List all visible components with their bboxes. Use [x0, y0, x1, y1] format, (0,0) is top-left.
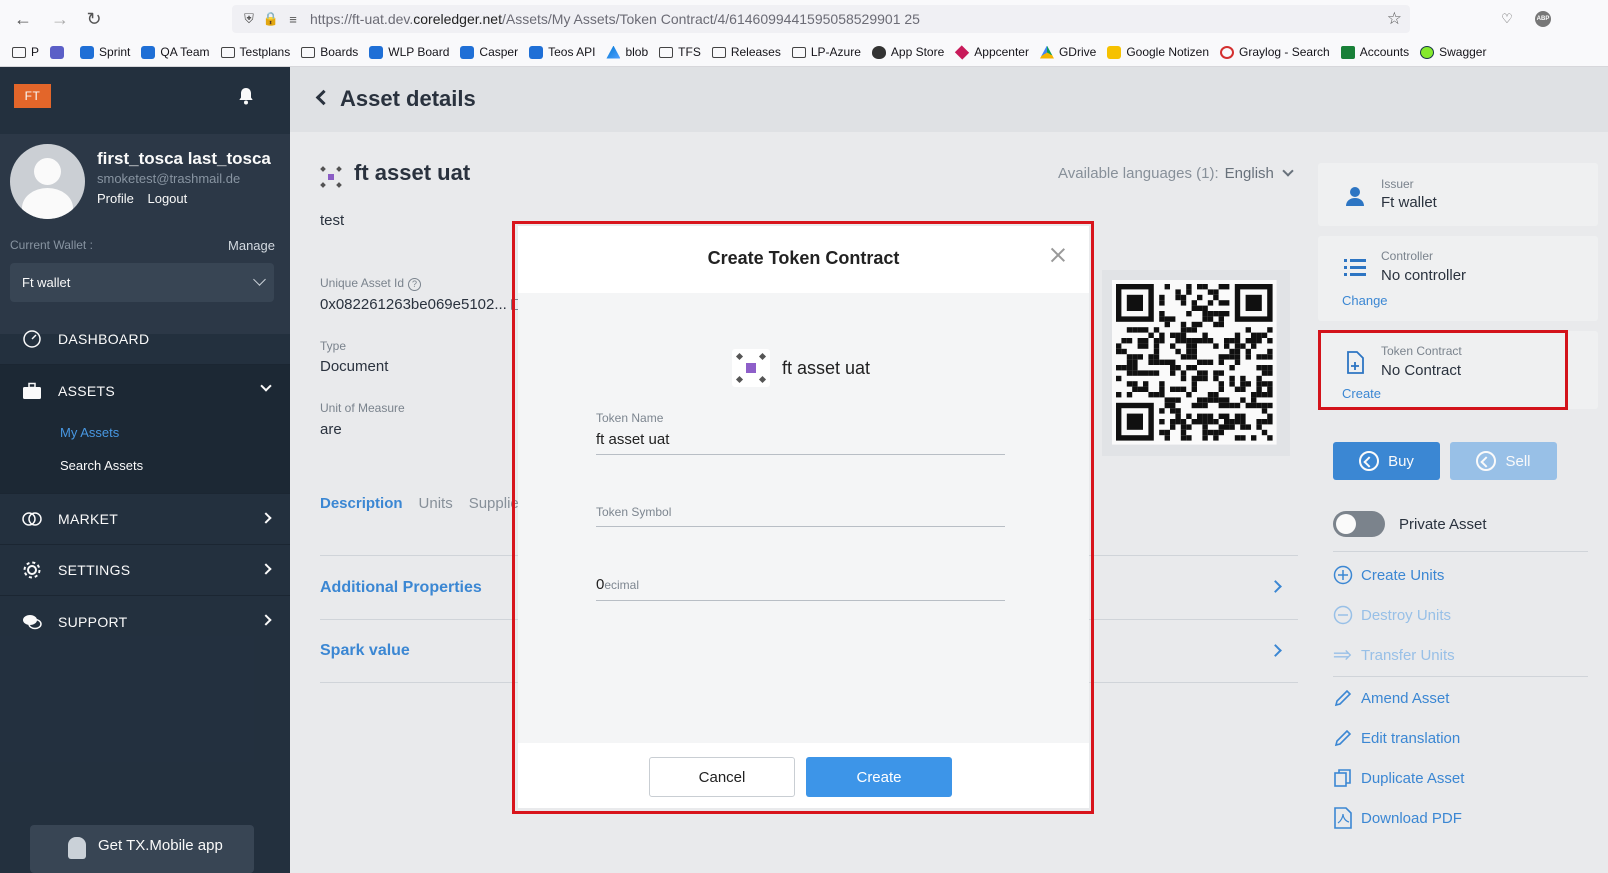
token-name-input[interactable]: ft asset uat: [596, 431, 1005, 451]
teams-icon: [50, 45, 65, 59]
bookmark-qa-team[interactable]: QA Team: [141, 45, 210, 59]
back-arrow-icon[interactable]: ←: [8, 4, 38, 34]
sheets-icon: [1340, 45, 1355, 59]
bookmark-appcenter[interactable]: Appcenter: [955, 44, 1029, 60]
bookmark-teams[interactable]: [50, 45, 69, 59]
token-symbol-placeholder: Token Symbol: [596, 505, 672, 519]
url-text: https://ft-uat.dev.coreledger.net/Assets…: [310, 11, 920, 27]
browser-toolbar: ← → ↻ ⛨ 🔒 ≡ https://ft-uat.dev.coreledge…: [0, 0, 1608, 38]
bookmark-gdrive[interactable]: GDrive: [1039, 45, 1096, 59]
bookmark-sprint[interactable]: Sprint: [80, 45, 130, 59]
folder-icon: [301, 46, 316, 58]
bookmark-blob[interactable]: blob: [606, 45, 648, 59]
bookmark-graylog[interactable]: Graylog - Search: [1220, 45, 1330, 59]
adblock-icon[interactable]: ABP: [1530, 7, 1556, 31]
jira-icon: [369, 45, 384, 59]
azure-icon: [606, 45, 621, 59]
bookmark-accounts[interactable]: Accounts: [1340, 45, 1409, 59]
jira-icon: [529, 45, 544, 59]
decimal-input[interactable]: 0ecimal: [596, 576, 1005, 593]
create-button[interactable]: Create: [806, 757, 952, 797]
permissions-icon: ≡: [289, 11, 297, 27]
close-icon[interactable]: [1049, 246, 1067, 264]
asset-logo-icon: [732, 349, 770, 387]
jira-icon: [80, 45, 95, 59]
bookmark-p[interactable]: P: [12, 45, 39, 59]
bookmark-teos-api[interactable]: Teos API: [529, 45, 595, 59]
folder-icon: [220, 46, 235, 58]
appcenter-icon: [955, 44, 970, 60]
bookmark-lp-azure[interactable]: LP-Azure: [791, 45, 861, 59]
decimal-field[interactable]: 0ecimal: [596, 576, 1005, 601]
token-symbol-field[interactable]: Token Symbol: [596, 505, 1005, 527]
bookmarks-bar: P Sprint QA Team Testplans Boards WLP Bo…: [0, 38, 1608, 67]
bookmark-app-store[interactable]: App Store: [871, 45, 944, 59]
create-token-contract-modal: Create Token Contract ft asset uat Token…: [518, 226, 1089, 808]
folder-icon: [659, 46, 674, 58]
bookmark-releases[interactable]: Releases: [711, 45, 781, 59]
bookmark-star-icon[interactable]: ☆: [1387, 9, 1402, 29]
cancel-button[interactable]: Cancel: [649, 757, 795, 797]
bookmark-wlp-board[interactable]: WLP Board: [369, 45, 449, 59]
modal-title: Create Token Contract: [707, 248, 900, 268]
jira-icon: [141, 45, 156, 59]
reload-icon[interactable]: ↻: [79, 4, 109, 34]
bookmark-swagger[interactable]: Swagger: [1420, 45, 1486, 59]
modal-header: Create Token Contract: [518, 226, 1089, 293]
apple-icon: [871, 45, 886, 59]
forward-arrow-icon[interactable]: →: [45, 4, 75, 34]
keep-icon: [1107, 45, 1122, 59]
token-name-field[interactable]: Token Name ft asset uat: [596, 411, 1005, 455]
jira-icon: [460, 45, 475, 59]
folder-icon: [711, 46, 726, 58]
modal-asset-name: ft asset uat: [782, 357, 871, 378]
gdrive-icon: [1039, 45, 1054, 59]
lock-icon: 🔒: [262, 11, 280, 26]
bookmark-casper[interactable]: Casper: [460, 45, 518, 59]
token-name-label: Token Name: [596, 411, 664, 425]
bookmark-tfs[interactable]: TFS: [659, 45, 701, 59]
bookmark-testplans[interactable]: Testplans: [220, 45, 290, 59]
folder-icon: [12, 46, 26, 58]
bookmark-google-notizen[interactable]: Google Notizen: [1107, 45, 1209, 59]
folder-icon: [791, 46, 806, 58]
bookmark-boards[interactable]: Boards: [301, 45, 358, 59]
address-bar[interactable]: ⛨ 🔒 ≡ https://ft-uat.dev.coreledger.net/…: [232, 5, 1410, 33]
modal-asset: ft asset uat: [732, 349, 870, 387]
pocket-icon[interactable]: ♡: [1494, 7, 1520, 31]
swagger-icon: [1420, 45, 1435, 59]
modal-footer: Cancel Create: [518, 743, 1089, 808]
shield-icon: ⛨: [244, 11, 254, 26]
graylog-icon: [1220, 45, 1235, 59]
